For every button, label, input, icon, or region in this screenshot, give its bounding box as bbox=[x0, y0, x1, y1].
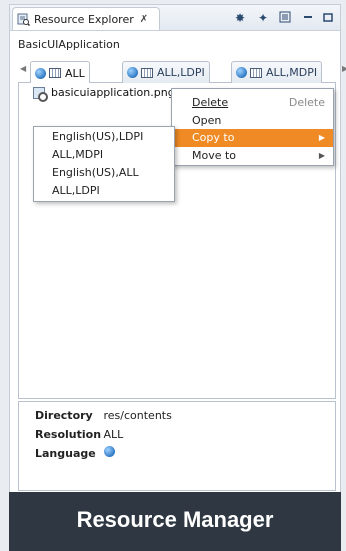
copy-to-submenu: English(US),LDPI ALL,MDPI English(US),AL… bbox=[33, 126, 175, 202]
list-item[interactable]: basicuiapplication.png bbox=[33, 86, 175, 102]
property-row: Resolution ALL bbox=[35, 427, 123, 443]
menu-item-label: Copy to bbox=[192, 131, 235, 144]
scroll-right-icon[interactable]: ▶ bbox=[342, 64, 346, 73]
resource-explorer-icon bbox=[17, 13, 30, 26]
property-key: Language bbox=[35, 447, 96, 460]
menu-item-accelerator: Delete bbox=[288, 96, 325, 109]
grid-icon bbox=[141, 67, 153, 78]
property-key: Resolution bbox=[35, 428, 102, 441]
project-name: BasicUIApplication bbox=[18, 38, 120, 51]
pin-icon[interactable]: ✦ bbox=[256, 11, 270, 25]
tab-all-mdpi[interactable]: ALL,MDPI bbox=[231, 61, 323, 83]
tab-all[interactable]: ALL bbox=[30, 61, 90, 84]
menu-item-open[interactable]: Open bbox=[172, 112, 333, 130]
file-name: basicuiapplication.png bbox=[51, 86, 175, 99]
resource-explorer-view: Resource Explorer ✗ ✸ ✦ BasicUIApplicati… bbox=[9, 4, 346, 548]
maximize-icon[interactable] bbox=[321, 11, 335, 25]
tab-label: ALL bbox=[65, 66, 85, 80]
submenu-item[interactable]: ALL,MDPI bbox=[34, 146, 174, 164]
property-value: res/contents bbox=[103, 409, 172, 422]
grid-icon bbox=[49, 68, 61, 78]
submenu-arrow-icon: ▶ bbox=[318, 151, 325, 160]
tab-label: ALL,MDPI bbox=[266, 66, 318, 79]
tab-label: ALL,LDPI bbox=[157, 66, 205, 79]
menu-item-move-to[interactable]: Move to ▶ bbox=[172, 147, 333, 165]
view-tab[interactable]: Resource Explorer ✗ bbox=[12, 7, 160, 30]
caption-banner: Resource Manager bbox=[9, 492, 341, 551]
tab-all-ldpi[interactable]: ALL,LDPI bbox=[122, 61, 210, 83]
image-file-icon bbox=[33, 86, 48, 102]
grid-icon bbox=[250, 67, 262, 78]
gear-icon[interactable]: ✸ bbox=[233, 11, 247, 25]
globe-icon bbox=[35, 67, 46, 79]
view-header: Resource Explorer ✗ ✸ ✦ bbox=[10, 5, 340, 31]
context-menu: Delete Delete Open Copy to ▶ Move to ▶ bbox=[171, 88, 334, 166]
close-tab-icon[interactable]: ✗ bbox=[140, 14, 148, 25]
menu-item-copy-to[interactable]: Copy to ▶ bbox=[172, 129, 333, 147]
banner-text: Resource Manager bbox=[76, 507, 274, 532]
view-title: Resource Explorer bbox=[34, 12, 134, 26]
submenu-item[interactable]: English(US),ALL bbox=[34, 164, 174, 182]
resource-filter-tabs: ◀ ALL ALL,LDPI ALL,MDPI ▶ bbox=[18, 59, 346, 84]
menu-item-delete[interactable]: Delete Delete bbox=[172, 94, 333, 112]
property-key: Directory bbox=[35, 409, 93, 422]
menu-item-label: Move to bbox=[192, 149, 237, 162]
submenu-item[interactable]: ALL,LDPI bbox=[34, 182, 174, 200]
property-row: Language bbox=[35, 446, 118, 462]
globe-icon bbox=[127, 67, 138, 78]
properties-panel: Directory res/contents Resolution ALL La… bbox=[18, 401, 336, 491]
menu-item-label: Open bbox=[192, 114, 222, 127]
menu-icon[interactable] bbox=[278, 11, 292, 25]
property-value: ALL bbox=[103, 428, 124, 441]
submenu-arrow-icon: ▶ bbox=[318, 133, 325, 142]
globe-icon bbox=[236, 67, 247, 78]
submenu-item[interactable]: English(US),LDPI bbox=[34, 128, 174, 146]
scroll-left-icon[interactable]: ◀ bbox=[20, 64, 26, 73]
property-row: Directory res/contents bbox=[35, 408, 172, 424]
minimize-icon[interactable] bbox=[301, 11, 315, 25]
globe-icon bbox=[103, 446, 115, 457]
menu-item-label: Delete bbox=[192, 96, 229, 109]
